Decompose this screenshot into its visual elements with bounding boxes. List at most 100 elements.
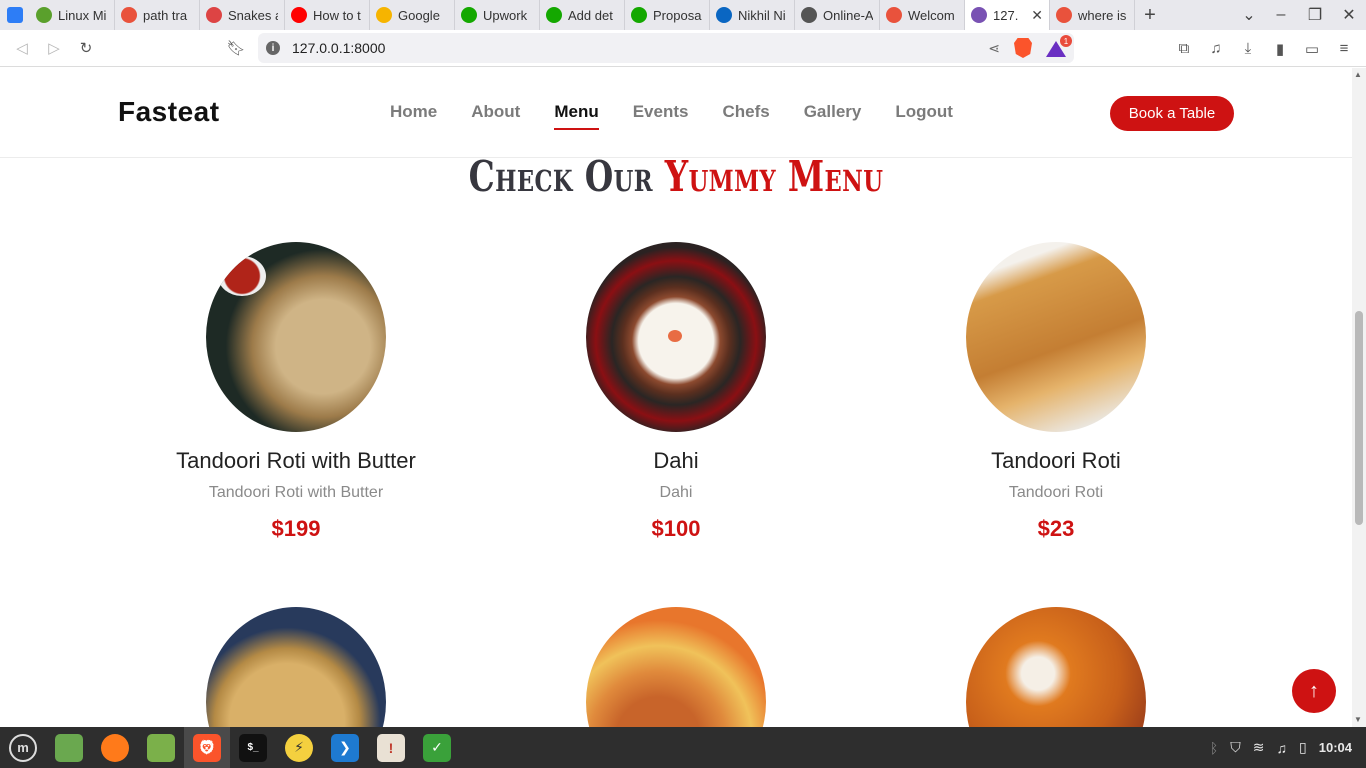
mint-menu-icon[interactable]: m xyxy=(0,727,46,768)
wallet-icon[interactable]: ▭ xyxy=(1296,33,1328,65)
brave-icon[interactable]: 🦁︎ xyxy=(184,727,230,768)
bluetooth-icon[interactable]: ᛒ xyxy=(1210,740,1218,756)
nav-about[interactable]: About xyxy=(454,102,537,130)
browser-tab[interactable]: Nikhil Ni xyxy=(710,0,795,30)
firefox-icon[interactable] xyxy=(92,727,138,768)
vscode-icon[interactable]: ❯ xyxy=(322,727,368,768)
browser-tab[interactable]: Google xyxy=(370,0,455,30)
youtube-icon xyxy=(291,7,307,23)
scroll-up-icon[interactable]: ▲ xyxy=(1354,70,1362,79)
menu-item-card[interactable]: Tandoori Roti with Butter Tandoori Roti … xyxy=(106,242,486,542)
music-icon[interactable]: ♫ xyxy=(1277,740,1288,756)
tab-list: Linux Mi path tra Snakes a How to t Google Up… xyxy=(30,0,1135,30)
brave-search-icon xyxy=(1056,7,1072,23)
minimize-icon[interactable]: – xyxy=(1264,0,1298,30)
shield-icon[interactable]: ✓ xyxy=(414,727,460,768)
browser-tab[interactable]: Linux Mi xyxy=(30,0,115,30)
browser-tab[interactable]: Add det xyxy=(540,0,625,30)
upwork-icon xyxy=(631,7,647,23)
menu-title-highlight: Yummy Menu xyxy=(664,152,884,201)
sidebar-icon[interactable]: ▮ xyxy=(1264,33,1296,65)
browser-tab[interactable]: Snakes a xyxy=(200,0,285,30)
toolbar-actions: ⧉ ♫ ⤓ ▮ ▭ ≡ xyxy=(1168,30,1366,67)
menu-item-card[interactable]: Dahi Dahi $100 xyxy=(486,242,866,542)
brave-shields-icon[interactable] xyxy=(1014,38,1032,58)
security-tray-icon[interactable]: ⛉ xyxy=(1230,739,1241,756)
update-manager-icon[interactable]: ! xyxy=(368,727,414,768)
tab-title: How to t xyxy=(313,7,361,23)
downloads-icon[interactable]: ⤓ xyxy=(1232,33,1264,65)
menu-item-card[interactable] xyxy=(866,607,1246,727)
page-scrollbar[interactable]: ▲ ▼ xyxy=(1352,68,1366,727)
share-icon[interactable]: ⋖ xyxy=(988,40,1000,57)
bootstrap-icon xyxy=(971,7,987,23)
browser-tab[interactable]: How to t xyxy=(285,0,370,30)
nav-menu[interactable]: Menu xyxy=(537,102,615,130)
menu-icon[interactable]: ≡ xyxy=(1328,33,1360,65)
show-desktop-icon[interactable] xyxy=(46,727,92,768)
brave-rewards-icon[interactable]: 1 xyxy=(1046,35,1072,57)
browser-tab[interactable]: Proposa xyxy=(625,0,710,30)
tab-title: Online-A xyxy=(823,7,873,23)
paratha-stack-image xyxy=(966,242,1146,432)
clock[interactable]: 10:04 xyxy=(1319,740,1352,755)
dish-description: Tandoori Roti xyxy=(1008,484,1104,501)
forward-icon[interactable]: ▷ xyxy=(38,32,70,64)
browser-tab-strip: Linux Mi path tra Snakes a How to t Google Up… xyxy=(0,0,1366,30)
dish-description: Dahi xyxy=(659,484,693,501)
dish-description: Tandoori Roti with Butter xyxy=(208,484,384,501)
scrollbar-thumb[interactable] xyxy=(1355,311,1363,525)
tab-title: Upwork xyxy=(483,7,528,23)
nav-gallery[interactable]: Gallery xyxy=(787,102,879,130)
flash-icon[interactable]: ⚡︎ xyxy=(276,727,322,768)
dish-price: $100 xyxy=(651,516,701,541)
site-info-icon[interactable]: i xyxy=(266,41,280,55)
browser-tab[interactable]: Upwork xyxy=(455,0,540,30)
menu-item-card[interactable] xyxy=(486,607,866,727)
back-icon[interactable]: ◁ xyxy=(6,32,38,64)
system-tray: ᛒ ⛉ ≋ ♫ ▯ 10:04 xyxy=(1210,727,1366,768)
url-text[interactable]: 127.0.0.1:8000 xyxy=(292,40,385,56)
page-viewport: Fasteat Home About Menu Events Chefs Gallery L… xyxy=(0,68,1352,727)
scroll-to-top-button[interactable]: ↑ xyxy=(1292,669,1336,713)
browser-tab[interactable]: 127. ✕ xyxy=(965,0,1050,30)
address-bar[interactable]: i 127.0.0.1:8000 ⋖ 1 xyxy=(258,33,1074,63)
media-icon[interactable]: ♫ xyxy=(1200,33,1232,65)
os-taskbar: m 🦁︎ $_ ⚡︎ ❯ ! ✓ ᛒ ⛉ ≋ ♫ ▯ 10:04 xyxy=(0,727,1366,768)
maximize-icon[interactable]: ❐ xyxy=(1298,0,1332,30)
site-logo[interactable]: Fasteat xyxy=(118,96,220,128)
tab-search-icon[interactable] xyxy=(0,0,30,30)
tab-title: Add det xyxy=(568,7,613,23)
browser-tab[interactable]: path tra xyxy=(115,0,200,30)
nav-events[interactable]: Events xyxy=(616,102,706,130)
browser-tab[interactable]: where is xyxy=(1050,0,1135,30)
curry-roti-image xyxy=(586,607,766,727)
book-table-button[interactable]: Book a Table xyxy=(1110,96,1234,131)
menu-item-card[interactable] xyxy=(106,607,486,727)
tab-title: Nikhil Ni xyxy=(738,7,786,23)
close-window-icon[interactable]: ✕ xyxy=(1332,0,1366,30)
extensions-icon[interactable]: ⧉ xyxy=(1168,33,1200,65)
tab-title: where is xyxy=(1078,7,1127,23)
nav-chefs[interactable]: Chefs xyxy=(705,102,786,130)
wifi-icon[interactable]: ≋ xyxy=(1253,739,1265,756)
terminal-icon[interactable]: $_ xyxy=(230,727,276,768)
tab-list-dropdown-icon[interactable]: ⌄ xyxy=(1234,0,1264,30)
browser-tab[interactable]: Welcom xyxy=(880,0,965,30)
menu-item-card[interactable]: Tandoori Roti Tandoori Roti $23 xyxy=(866,242,1246,542)
new-tab-icon[interactable]: + xyxy=(1135,0,1165,30)
browser-tab[interactable]: Online-A xyxy=(795,0,880,30)
menu-title-plain: Check Our xyxy=(468,152,665,201)
reload-icon[interactable]: ↻ xyxy=(70,32,102,64)
close-tab-icon[interactable]: ✕ xyxy=(1031,7,1043,24)
google-keep-icon xyxy=(376,7,392,23)
nav-logout[interactable]: Logout xyxy=(878,102,970,130)
paneer-curry-image xyxy=(966,607,1146,727)
battery-icon[interactable]: ▯ xyxy=(1299,739,1307,756)
files-icon[interactable] xyxy=(138,727,184,768)
rewards-badge: 1 xyxy=(1060,35,1072,47)
upwork-icon xyxy=(546,7,562,23)
bookmark-icon[interactable]: 🔖︎ xyxy=(220,32,252,64)
scroll-down-icon[interactable]: ▼ xyxy=(1354,715,1362,724)
nav-home[interactable]: Home xyxy=(373,102,454,130)
